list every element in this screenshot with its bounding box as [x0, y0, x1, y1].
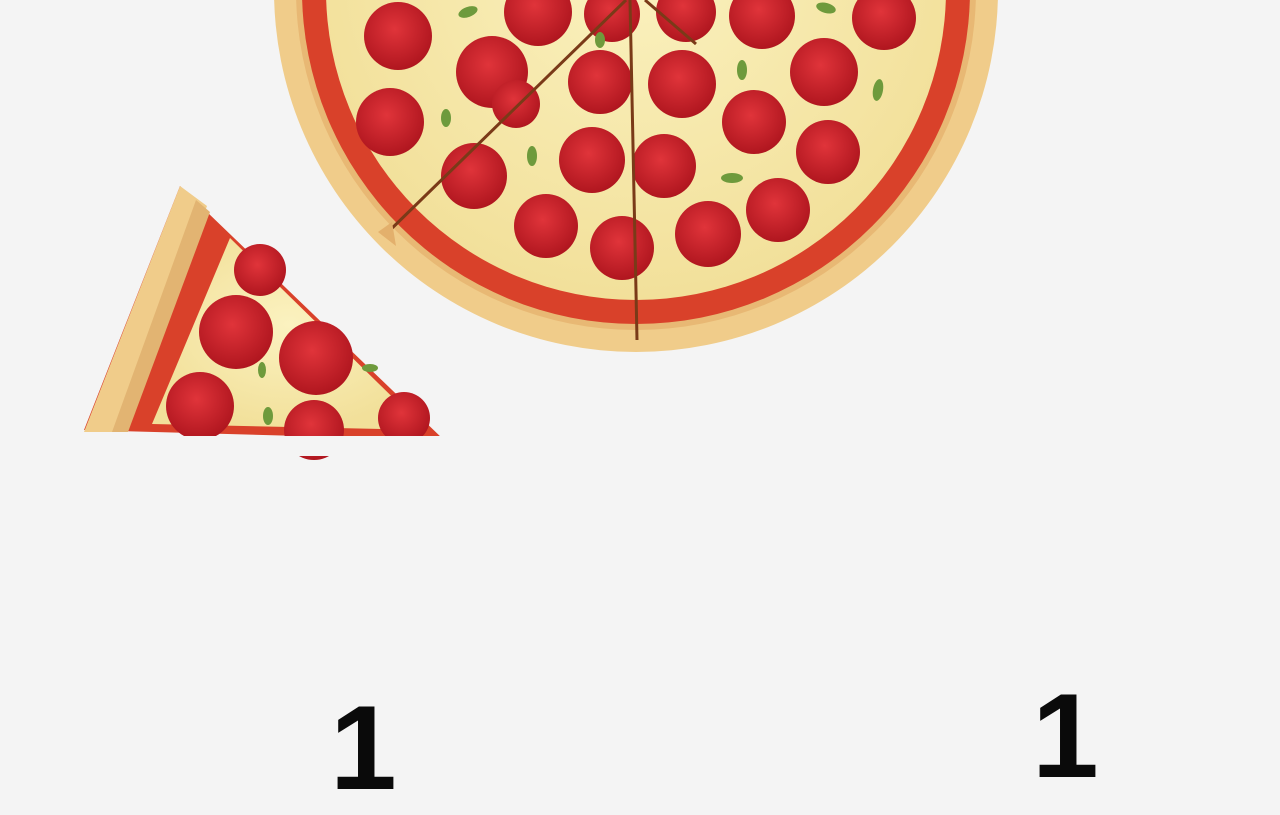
pepperoni [559, 127, 625, 193]
slice-bottom-mask [80, 436, 460, 456]
pepperoni [356, 88, 424, 156]
herb-flake [441, 109, 451, 127]
pepperoni [514, 194, 578, 258]
pepperoni [568, 50, 632, 114]
pepperoni [199, 295, 273, 369]
pepperoni [648, 50, 716, 118]
pepperoni [166, 372, 234, 440]
pepperoni [492, 80, 540, 128]
herb-flake [595, 32, 605, 48]
pepperoni [632, 134, 696, 198]
pizza-scene [80, 0, 998, 460]
caption-numeral-left: 1 [330, 681, 397, 815]
pepperoni [234, 244, 286, 296]
pepperoni [722, 90, 786, 154]
herb-flake [258, 362, 266, 378]
herb-flake [263, 407, 273, 425]
pepperoni [441, 143, 507, 209]
herb-flake [527, 146, 537, 166]
whole-pizza [274, 0, 998, 352]
pepperoni [790, 38, 858, 106]
herb-flake [721, 173, 743, 183]
pepperoni [796, 120, 860, 184]
pepperoni [364, 2, 432, 70]
pepperoni [590, 216, 654, 280]
caption-numeral-right: 1 [1032, 669, 1099, 803]
pepperoni [746, 178, 810, 242]
herb-flake [737, 60, 747, 80]
herb-flake [362, 364, 378, 372]
pepperoni [675, 201, 741, 267]
pepperoni [279, 321, 353, 395]
